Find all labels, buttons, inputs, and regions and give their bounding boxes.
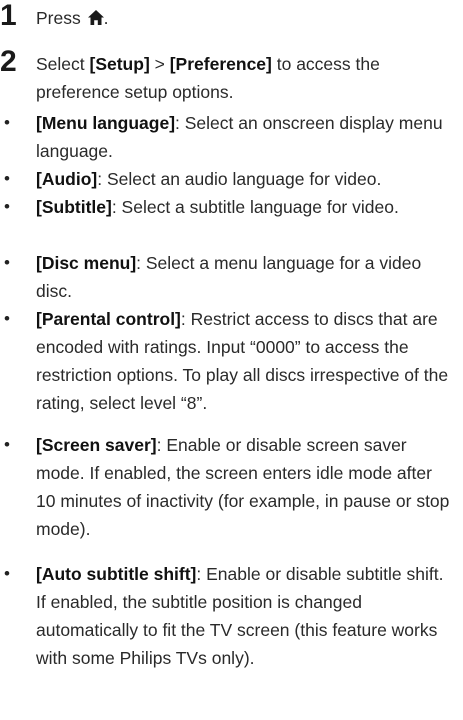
bullet-text: [Parental control]: Restrict access to d… [36,305,456,417]
bullet-symbol: • [4,435,10,454]
home-icon [87,5,104,33]
bullet-symbol: • [4,564,10,583]
step-2-separator: > [149,54,170,74]
bullet-description: : Select an audio language for video. [97,169,382,189]
step-1-text: Press [36,8,81,28]
bullet-term: [Auto subtitle shift] [36,564,197,584]
bullet-text: [Disc menu]: Select a menu language for … [36,249,456,305]
bullet-term: [Menu language] [36,113,176,133]
bullet-description: : Select a subtitle language for video. [111,197,399,217]
step-number: 2 [0,45,17,78]
step-number: 1 [0,0,17,32]
step-2-before: Select [36,54,90,74]
step-1-period: . [103,8,109,28]
bullet-term: [Audio] [36,169,98,189]
bullet-symbol: • [4,113,10,132]
step-text: Select [Setup] > [Preference] to access … [36,50,436,106]
bullet-symbol: • [4,169,10,188]
bullet-symbol: • [4,309,10,328]
step-text: Press . [36,4,436,33]
manual-page: 1 Press . 2 Select [Setup] > [Preference… [0,0,463,720]
bullet-symbol: • [4,253,10,272]
bullet-term: [Screen saver] [36,435,157,455]
bullet-term: [Parental control] [36,309,181,329]
bullet-text: [Screen saver]: Enable or disable screen… [36,431,456,543]
step-1: 1 Press . [0,0,463,34]
bullet-term: [Disc menu] [36,253,137,273]
bullet-text: [Menu language]: Select an onscreen disp… [36,109,456,165]
preference-term: [Preference] [169,54,272,74]
setup-term: [Setup] [89,54,150,74]
bullet-symbol: • [4,197,10,216]
bullet-text: [Subtitle]: Select a subtitle language f… [36,193,456,221]
bullet-text: [Auto subtitle shift]: Enable or disable… [36,560,456,672]
step-2: 2 Select [Setup] > [Preference] to acces… [0,45,463,106]
bullet-text: [Audio]: Select an audio language for vi… [36,165,456,193]
bullet-term: [Subtitle] [36,197,112,217]
